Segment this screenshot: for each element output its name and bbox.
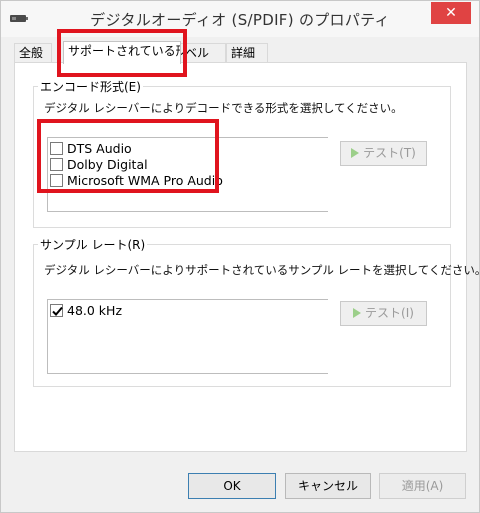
encode-formats-label: エンコード形式(E) <box>38 78 143 95</box>
play-icon <box>351 148 360 158</box>
list-item[interactable]: Microsoft WMA Pro Audio <box>50 173 223 188</box>
checkbox[interactable] <box>50 174 63 187</box>
ok-button-label: OK <box>223 479 241 493</box>
cancel-button-label: キャンセル <box>297 479 358 493</box>
encode-formats-group: エンコード形式(E) デジタル レシーバーによりデコードできる形式を選択してくだ… <box>33 78 451 228</box>
list-item[interactable]: 48.0 kHz <box>50 303 122 318</box>
tab-general[interactable]: 全般 <box>14 43 52 63</box>
apply-button[interactable]: 適用(A) <box>379 473 466 499</box>
properties-dialog: デジタルオーディオ (S/PDIF) のプロパティ ✕ 全般 サポートされている… <box>0 0 480 513</box>
list-item-label: Microsoft WMA Pro Audio <box>67 173 223 188</box>
list-item[interactable]: Dolby Digital <box>50 157 148 172</box>
tab-levels[interactable]: レベル <box>180 43 226 63</box>
sample-rate-group: サンプル レート(R) デジタル レシーバーによりサポートされているサンプル レ… <box>33 236 480 387</box>
list-item-label: DTS Audio <box>67 141 132 156</box>
sample-rate-list[interactable]: 48.0 kHz <box>47 299 328 374</box>
play-icon <box>353 308 362 318</box>
window-title: デジタルオーディオ (S/PDIF) のプロパティ <box>90 11 390 29</box>
checkbox[interactable] <box>50 158 63 171</box>
tab-advanced[interactable]: 詳細 <box>226 43 268 63</box>
list-item[interactable]: DTS Audio <box>50 141 132 156</box>
tab-panel: エンコード形式(E) デジタル レシーバーによりデコードできる形式を選択してくだ… <box>14 62 480 452</box>
test-button-label: テスト(T) <box>363 146 416 160</box>
ok-button[interactable]: OK <box>188 473 276 499</box>
checkbox[interactable] <box>50 142 63 155</box>
list-item-label: 48.0 kHz <box>67 303 123 318</box>
close-icon: ✕ <box>445 5 457 21</box>
tab-label: 全般 <box>19 46 44 60</box>
tab-label: サポートされている形式 <box>68 44 180 58</box>
encode-description: デジタル レシーバーによりデコードできる形式を選択してください。 <box>44 101 403 115</box>
sample-rate-test-button[interactable]: テスト(I) <box>340 301 427 326</box>
tab-supported-formats[interactable]: サポートされている形式 <box>63 41 181 64</box>
tab-label: レベル <box>181 46 210 60</box>
checkmark-icon <box>52 306 63 316</box>
title-bar[interactable]: デジタルオーディオ (S/PDIF) のプロパティ ✕ <box>1 1 479 37</box>
sample-rate-description: デジタル レシーバーによりサポートされているサンプル レートを選択してください。 <box>44 263 480 277</box>
list-item-label: Dolby Digital <box>67 157 148 172</box>
tab-label: 詳細 <box>231 46 256 60</box>
apply-button-label: 適用(A) <box>401 479 444 493</box>
encode-format-list[interactable]: DTS Audio Dolby Digital Microsoft WMA Pr… <box>47 137 328 212</box>
encode-test-button[interactable]: テスト(T) <box>340 141 427 166</box>
cancel-button[interactable]: キャンセル <box>285 473 371 499</box>
sample-rate-label: サンプル レート(R) <box>38 236 148 253</box>
checkbox[interactable] <box>50 304 63 317</box>
close-button[interactable]: ✕ <box>431 2 471 24</box>
test-button-label: テスト(I) <box>365 306 414 320</box>
